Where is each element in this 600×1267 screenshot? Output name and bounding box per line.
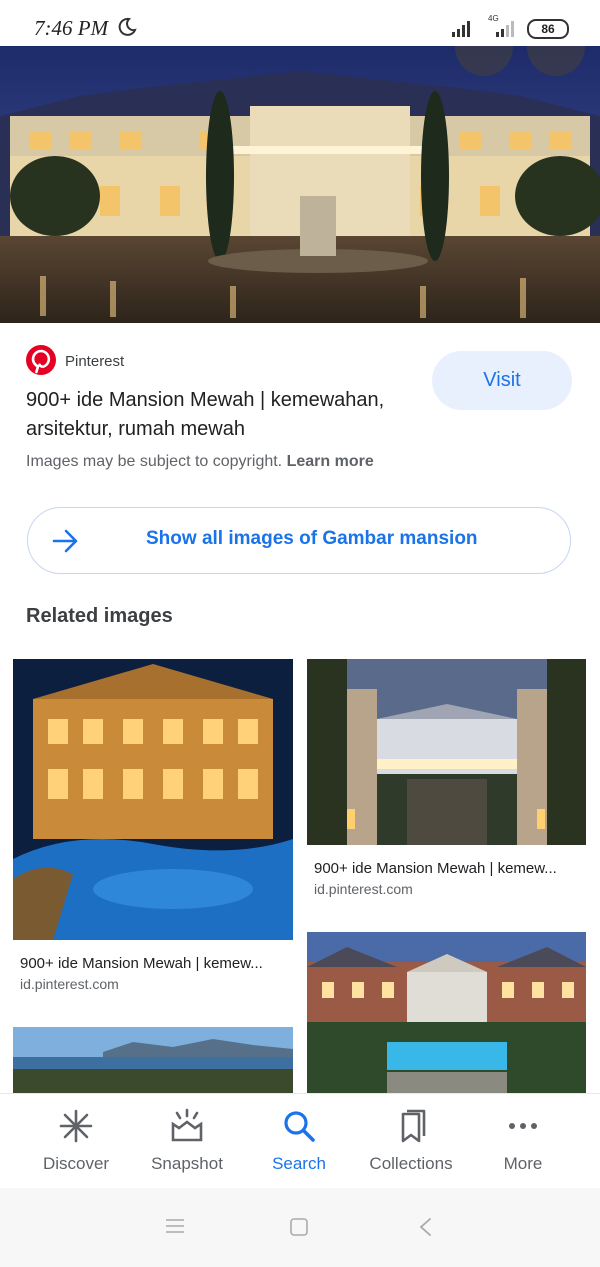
- home-icon[interactable]: [290, 1218, 308, 1236]
- nav-label: Discover: [42, 1154, 110, 1173]
- source-name: Pinterest: [65, 353, 125, 370]
- more-dots-icon: [509, 1123, 537, 1129]
- pinterest-logo-icon: [26, 345, 56, 375]
- related-caption-1[interactable]: 900+ ide Mansion Mewah | kemew...: [20, 955, 263, 972]
- collections-icon: [401, 1109, 426, 1143]
- nav-collections[interactable]: Collections: [355, 1108, 467, 1174]
- battery-indicator: 86: [527, 19, 569, 39]
- show-all-label: Show all images of Gambar mansion: [146, 528, 478, 549]
- mansion-photo: [0, 46, 600, 323]
- search-icon: [284, 1111, 315, 1142]
- related-domain-2: id.pinterest.com: [314, 881, 413, 897]
- system-navigation-bar: [0, 1188, 600, 1267]
- hero-image[interactable]: [0, 46, 600, 323]
- result-title[interactable]: 900+ ide Mansion Mewah | kemewahan, arsi…: [26, 386, 416, 444]
- visit-button[interactable]: Visit: [432, 351, 572, 410]
- show-all-images-button[interactable]: Show all images of Gambar mansion: [27, 507, 571, 574]
- nav-label: Search: [272, 1154, 326, 1173]
- related-image-4[interactable]: [13, 1027, 293, 1093]
- arrow-right-icon: [52, 529, 78, 553]
- status-time: 7:46 PM: [34, 16, 109, 40]
- signal-icon: [452, 21, 470, 37]
- related-heading: Related images: [26, 605, 173, 627]
- related-domain-1: id.pinterest.com: [20, 976, 119, 992]
- related-image-3[interactable]: [307, 932, 586, 1093]
- snapshot-icon: [171, 1108, 203, 1142]
- nav-label: Collections: [369, 1154, 453, 1173]
- copyright-notice: Images may be subject to copyright. Lear…: [26, 453, 374, 471]
- copyright-text: Images may be subject to copyright.: [26, 453, 283, 470]
- menu-icon[interactable]: [166, 1218, 184, 1234]
- moon-icon: [118, 17, 137, 36]
- related-caption-2[interactable]: 900+ ide Mansion Mewah | kemew...: [314, 860, 557, 877]
- nav-snapshot[interactable]: Snapshot: [131, 1108, 243, 1174]
- nav-label: Snapshot: [151, 1154, 223, 1173]
- learn-more-link[interactable]: Learn more: [287, 453, 374, 470]
- status-bar: 7:46 PM 4G 86: [0, 0, 600, 46]
- related-image-2[interactable]: [307, 659, 586, 845]
- signal-icon-2: [496, 21, 514, 37]
- nav-more[interactable]: More: [467, 1108, 579, 1174]
- bottom-navigation: Discover Snapshot Search Collections Mor…: [0, 1093, 600, 1190]
- back-icon[interactable]: [418, 1217, 432, 1237]
- asterisk-icon: [59, 1109, 93, 1143]
- nav-label: More: [503, 1154, 543, 1173]
- nav-search[interactable]: Search: [243, 1108, 355, 1174]
- related-image-1[interactable]: [13, 659, 293, 940]
- nav-discover[interactable]: Discover: [20, 1108, 132, 1174]
